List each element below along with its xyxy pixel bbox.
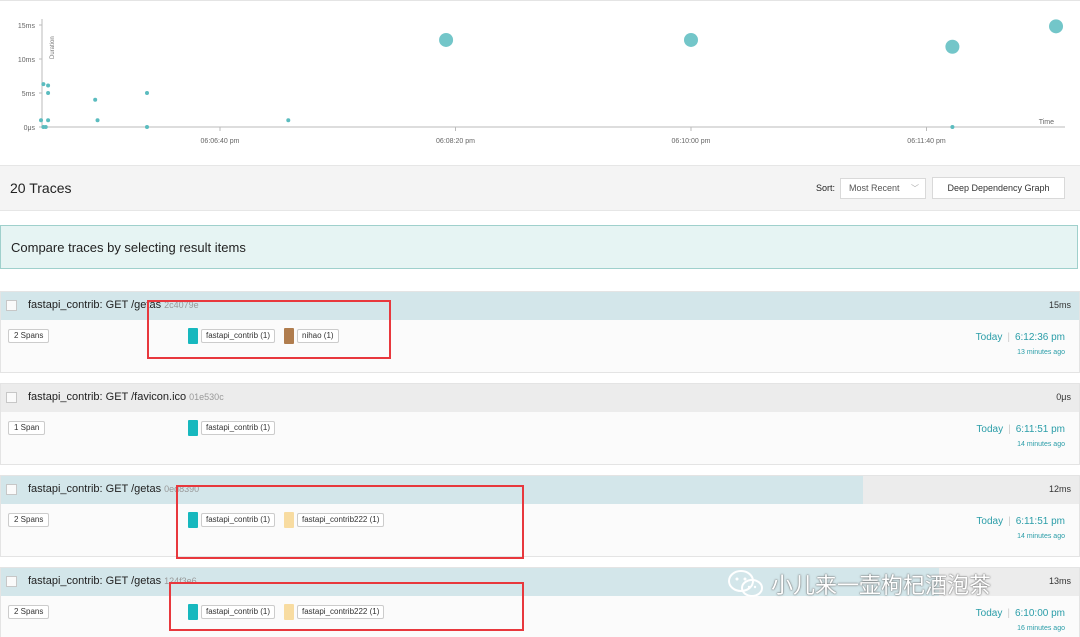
- trace-point[interactable]: [46, 91, 51, 95]
- service-tag-label: fastapi_contrib (1): [201, 420, 276, 435]
- annotation-box: [176, 485, 524, 559]
- x-tick-label: 06:10:00 pm: [672, 138, 711, 145]
- trace-name: fastapi_contrib: GET /getas: [28, 575, 162, 587]
- x-tick-label: 06:11:40 pm: [907, 138, 946, 145]
- trace-point[interactable]: [95, 118, 100, 123]
- x-axis-label: Time: [1039, 119, 1054, 126]
- watermark: 小儿来一壶枸杞酒泡茶: [727, 568, 991, 600]
- trace-start-time: Today | 6:10:00 pm: [976, 608, 1065, 619]
- trace-title[interactable]: fastapi_contrib: GET /getas 0ed8390: [28, 483, 199, 495]
- trace-point[interactable]: [46, 83, 51, 88]
- trace-time: 6:11:51 pm: [1015, 424, 1065, 435]
- x-tick-label: 06:08:20 pm: [436, 138, 475, 145]
- divider: |: [1007, 608, 1010, 619]
- y-tick-label: 15ms: [18, 23, 36, 30]
- deep-dependency-graph-button[interactable]: Deep Dependency Graph: [932, 177, 1065, 199]
- service-color-swatch: [188, 419, 198, 436]
- divider: |: [1008, 516, 1011, 527]
- x-tick-label: 06:06:40 pm: [201, 138, 240, 145]
- trace-name: fastapi_contrib: GET /getas: [28, 299, 162, 311]
- spans-count-badge: 2 Spans: [8, 513, 50, 527]
- annotation-box: [147, 300, 391, 359]
- spans-count-badge: 2 Spans: [8, 329, 50, 343]
- y-tick-label: 10ms: [18, 57, 36, 64]
- watermark-text: 小儿来一壶枸杞酒泡茶: [771, 573, 992, 598]
- trace-body: 2 Spans fastapi_contrib (1) fastapi_cont…: [1, 596, 1079, 637]
- trace-relative-time: 16 minutes ago: [1017, 625, 1065, 632]
- sort-select[interactable]: Most Recent ﹀: [840, 178, 926, 199]
- y-tick-label: 0μs: [24, 125, 36, 132]
- trace-relative-time: 14 minutes ago: [1017, 441, 1065, 448]
- trace-relative-time: 14 minutes ago: [1017, 533, 1065, 540]
- trace-select-checkbox[interactable]: [6, 576, 17, 587]
- trace-date: Today: [975, 608, 1003, 619]
- y-tick-label: 5ms: [22, 91, 36, 98]
- trace-body: 2 Spans fastapi_contrib (1) fastapi_cont…: [1, 504, 1079, 556]
- trace-item[interactable]: fastapi_contrib: GET /getas 0ed8390 12ms …: [0, 475, 1080, 557]
- trace-point[interactable]: [144, 91, 149, 95]
- trace-body: 1 Span fastapi_contrib (1) Today | 6:11:51…: [1, 412, 1079, 464]
- results-header: 20 Traces Sort: Most Recent ﹀ Deep Depen…: [0, 165, 1080, 211]
- sort-label: Sort:: [816, 183, 836, 193]
- trace-time: 6:10:00 pm: [1014, 608, 1065, 619]
- trace-name: fastapi_contrib: GET /favicon.ico: [28, 391, 187, 403]
- trace-point[interactable]: [144, 125, 149, 129]
- trace-date: Today: [976, 516, 1004, 527]
- trace-duration: 15ms: [1048, 300, 1071, 310]
- trace-select-checkbox[interactable]: [6, 300, 17, 311]
- trace-point[interactable]: [41, 82, 46, 87]
- trace-id: 01e530c: [189, 392, 224, 402]
- trace-duration: 0μs: [1056, 392, 1071, 402]
- trace-start-time: Today | 6:11:51 pm: [976, 516, 1065, 527]
- trace-point[interactable]: [1049, 19, 1064, 34]
- wechat-icon: [728, 570, 763, 597]
- trace-point[interactable]: [945, 39, 960, 54]
- annotation-box: [169, 582, 524, 631]
- trace-header[interactable]: fastapi_contrib: GET /favicon.ico 01e530c…: [1, 384, 1079, 412]
- trace-title[interactable]: fastapi_contrib: GET /favicon.ico 01e530c: [28, 391, 224, 403]
- trace-select-checkbox[interactable]: [6, 484, 17, 495]
- divider: |: [1008, 424, 1011, 435]
- trace-item[interactable]: fastapi_contrib: GET /favicon.ico 01e530c…: [0, 383, 1080, 465]
- chevron-down-icon: ﹀: [911, 184, 919, 193]
- service-tag: fastapi_contrib (1): [188, 419, 276, 436]
- trace-relative-time: 13 minutes ago: [1017, 349, 1065, 356]
- trace-start-time: Today | 6:12:36 pm: [976, 332, 1065, 343]
- trace-duration: 12ms: [1048, 484, 1071, 494]
- trace-duration: 13ms: [1048, 576, 1071, 586]
- trace-point[interactable]: [286, 118, 291, 123]
- trace-scatter-plot[interactable]: 15ms 10ms 5ms 0μs Duration Time 06:06:40 pm 06:…: [0, 0, 1080, 165]
- scatter-chart-svg[interactable]: 15ms 10ms 5ms 0μs Duration Time 06:06:40 pm 06:…: [0, 1, 1080, 166]
- y-axis-label: Duration: [50, 36, 56, 59]
- spans-count-badge: 1 Span: [8, 421, 46, 435]
- trace-point[interactable]: [950, 125, 955, 129]
- trace-point[interactable]: [93, 97, 98, 102]
- divider: |: [1007, 332, 1010, 343]
- spans-count-badge: 2 Spans: [8, 605, 50, 619]
- trace-time: 6:11:51 pm: [1015, 516, 1065, 527]
- compare-banner: Compare traces by selecting result items: [0, 225, 1078, 269]
- trace-start-time: Today | 6:11:51 pm: [976, 424, 1065, 435]
- trace-date: Today: [976, 424, 1004, 435]
- trace-point[interactable]: [46, 118, 51, 123]
- trace-header[interactable]: fastapi_contrib: GET /getas 0ed8390 12ms: [1, 476, 1079, 504]
- trace-time: 6:12:36 pm: [1014, 332, 1065, 343]
- trace-date: Today: [975, 332, 1003, 343]
- trace-select-checkbox[interactable]: [6, 392, 17, 403]
- trace-point[interactable]: [43, 125, 48, 129]
- trace-point[interactable]: [439, 32, 454, 47]
- sort-select-value: Most Recent: [849, 183, 900, 193]
- traces-count: 20 Traces: [10, 180, 72, 196]
- trace-point[interactable]: [39, 118, 44, 123]
- trace-name: fastapi_contrib: GET /getas: [28, 483, 162, 495]
- trace-point[interactable]: [684, 32, 698, 47]
- compare-banner-text: Compare traces by selecting result items: [11, 240, 246, 255]
